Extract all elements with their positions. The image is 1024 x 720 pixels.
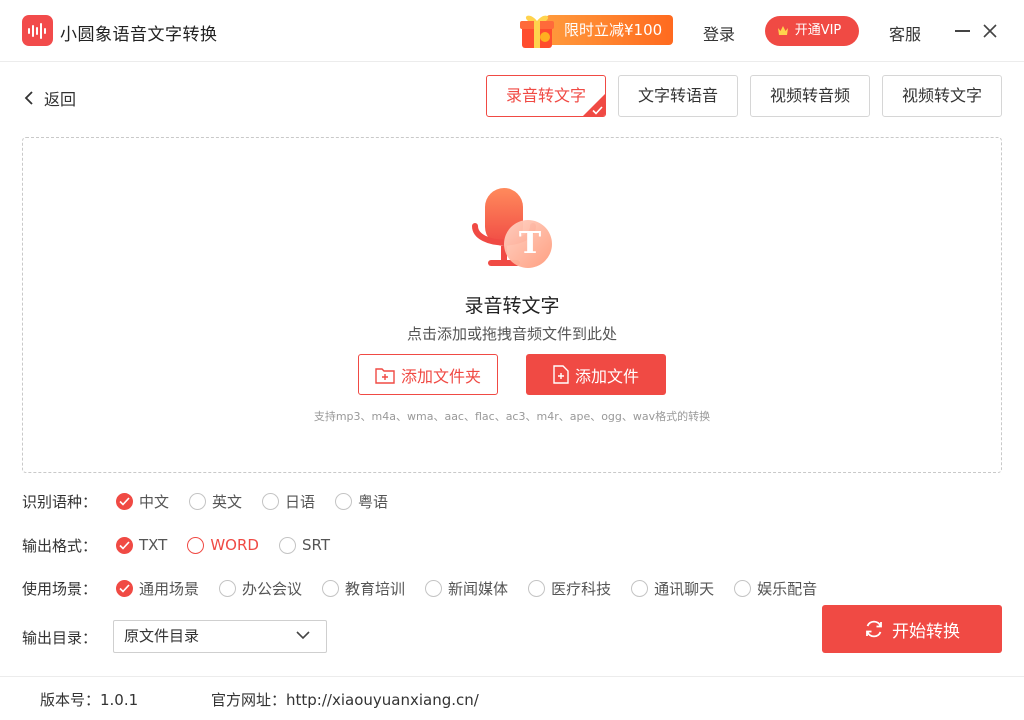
output-dir-value: 原文件目录: [124, 627, 200, 645]
app-title: 小圆象语音文字转换: [60, 25, 218, 45]
chevron-down-icon: [296, 631, 310, 640]
radio-scene-general[interactable]: 通用场景: [116, 578, 199, 599]
add-file-label: 添加文件: [574, 366, 639, 386]
radio-circle: [278, 536, 296, 554]
minimize-icon[interactable]: [955, 30, 970, 32]
radio-circle: [219, 579, 237, 597]
radio-label: 粤语: [358, 492, 389, 511]
radio-circle: [425, 579, 443, 597]
version-label: 版本号：1.0.1: [40, 691, 139, 709]
website-link[interactable]: 官方网址：http://xiaouyuanxiang.cn/: [211, 689, 479, 710]
tab-label: 视频转音频: [769, 86, 850, 105]
chevron-left-icon: [24, 91, 33, 105]
radio-scene-dubbing[interactable]: 娱乐配音: [734, 578, 817, 599]
footer: 版本号：1.0.1 官方网址：http://xiaouyuanxiang.cn/: [0, 676, 1024, 720]
supported-formats-note: 支持mp3、m4a、wma、aac、flac、ac3、m4r、ape、ogg、w…: [313, 410, 711, 423]
file-drop-zone[interactable]: T 录音转文字 点击添加或拖拽音频文件到此处 添加文件夹 添加文件 支持mp3、…: [22, 137, 1002, 473]
format-options: 输出格式： TXT WORD SRT: [22, 533, 350, 557]
radio-label: 通用场景: [139, 579, 200, 598]
language-options: 识别语种： 中文 英文 日语 粤语: [22, 489, 408, 513]
radio-label: TXT: [139, 536, 168, 554]
tab-label: 录音转文字: [505, 86, 586, 105]
radio-circle: [631, 579, 649, 597]
radio-circle: [189, 492, 207, 510]
output-dir-label: 输出目录：: [22, 629, 98, 647]
vip-label: 开通VIP: [794, 23, 842, 38]
radio-circle: [322, 579, 340, 597]
radio-format-word[interactable]: WORD: [187, 536, 259, 554]
radio-label: 新闻媒体: [448, 579, 509, 598]
radio-scene-news[interactable]: 新闻媒体: [425, 578, 508, 599]
radio-checked-icon: [116, 492, 133, 510]
check-icon: [592, 106, 603, 115]
radio-checked-icon: [116, 536, 133, 554]
radio-label: WORD: [210, 536, 259, 554]
radio-format-txt[interactable]: TXT: [116, 536, 167, 554]
app-logo-icon: [22, 15, 53, 46]
radio-label: 娱乐配音: [757, 579, 818, 598]
radio-circle: [262, 492, 280, 510]
radio-scene-education[interactable]: 教育培训: [322, 578, 405, 599]
tab-label: 文字转语音: [637, 86, 718, 105]
start-convert-button[interactable]: 开始转换: [822, 605, 1002, 653]
output-dir-select[interactable]: 原文件目录: [113, 620, 327, 653]
folder-add-icon: [375, 367, 395, 384]
radio-label: 办公会议: [242, 579, 303, 598]
dropzone-subtitle: 点击添加或拖拽音频文件到此处: [406, 325, 617, 343]
back-button[interactable]: 返回: [24, 86, 76, 110]
start-label: 开始转换: [892, 621, 960, 642]
back-label: 返回: [44, 90, 77, 109]
add-file-button[interactable]: 添加文件: [526, 354, 666, 395]
refresh-icon: [866, 620, 882, 638]
radio-label: 医疗科技: [551, 579, 612, 598]
tab-video-to-text[interactable]: 视频转文字: [882, 75, 1002, 117]
radio-checked-icon: [116, 579, 133, 597]
radio-scene-medical[interactable]: 医疗科技: [528, 578, 611, 599]
radio-language-chinese[interactable]: 中文: [116, 491, 169, 512]
radio-label: 通讯聊天: [654, 579, 715, 598]
promo-label[interactable]: 限时立减¥100: [546, 15, 673, 45]
close-icon[interactable]: [982, 23, 998, 39]
add-folder-button[interactable]: 添加文件夹: [358, 354, 498, 395]
radio-label: 英文: [212, 492, 243, 511]
radio-label: SRT: [301, 536, 330, 554]
radio-scene-meeting[interactable]: 办公会议: [219, 578, 302, 599]
tab-video-to-audio[interactable]: 视频转音频: [750, 75, 870, 117]
add-folder-label: 添加文件夹: [400, 366, 481, 386]
service-button[interactable]: 客服: [889, 21, 921, 45]
login-button[interactable]: 登录: [703, 21, 735, 45]
tab-label: 视频转文字: [901, 86, 982, 105]
radio-language-cantonese[interactable]: 粤语: [335, 491, 388, 512]
dropzone-title: 录音转文字: [464, 295, 560, 317]
language-label: 识别语种：: [22, 492, 98, 511]
radio-language-english[interactable]: 英文: [189, 491, 242, 512]
radio-scene-chat[interactable]: 通讯聊天: [631, 578, 714, 599]
vip-button[interactable]: 开通VIP: [765, 16, 859, 46]
radio-label: 教育培训: [345, 579, 406, 598]
radio-label: 日语: [285, 492, 316, 511]
crown-icon: [778, 26, 788, 35]
mic-badge-letter: T: [518, 226, 542, 261]
format-label: 输出格式：: [22, 536, 98, 555]
radio-circle: [187, 536, 205, 554]
radio-circle: [335, 492, 353, 510]
gift-icon: [520, 15, 554, 48]
radio-format-srt[interactable]: SRT: [278, 536, 330, 554]
title-bar: 小圆象语音文字转换 限时立减¥100 登录 开通VIP 客服: [0, 0, 1024, 62]
scene-label: 使用场景：: [22, 579, 98, 598]
radio-language-japanese[interactable]: 日语: [262, 491, 315, 512]
file-add-icon: [553, 365, 569, 384]
radio-circle: [734, 579, 752, 597]
radio-circle: [528, 579, 546, 597]
radio-label: 中文: [139, 492, 170, 511]
scene-options: 使用场景： 通用场景 办公会议 教育培训 新闻媒体 医疗科技 通讯聊天 娱乐配音: [22, 576, 837, 600]
tab-audio-to-text[interactable]: 录音转文字: [486, 75, 606, 117]
tab-text-to-speech[interactable]: 文字转语音: [618, 75, 738, 117]
